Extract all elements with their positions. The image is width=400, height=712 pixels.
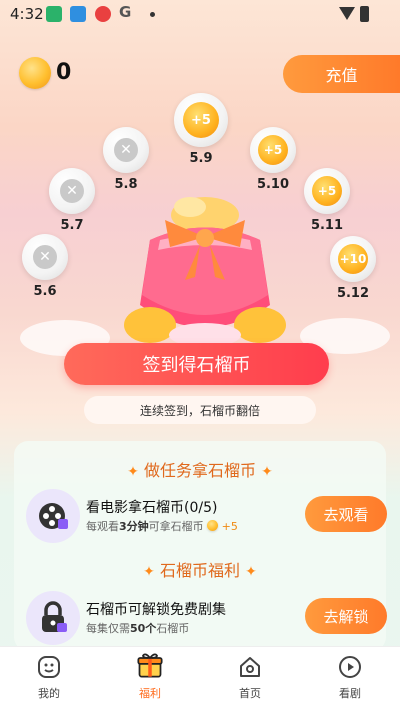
notification-app-icon: [46, 6, 62, 22]
day-label: 5.9: [189, 151, 213, 166]
day-label: 5.12: [336, 286, 370, 301]
checkin-day: ✕ 5.8: [96, 127, 156, 192]
download-icon: [70, 6, 86, 22]
home-icon: [240, 657, 260, 677]
checkin-tip: 连续签到，石榴币翻倍: [84, 396, 316, 424]
tab-label: 福利: [139, 687, 161, 700]
play-icon: [339, 656, 361, 678]
sparkle-icon: ✦: [245, 564, 257, 580]
battery-icon: [360, 6, 369, 22]
app-notification-icon: [95, 6, 111, 22]
tab-home[interactable]: 首页: [220, 655, 280, 701]
reward-coin-icon: +5: [250, 127, 296, 173]
film-reel-icon: [26, 489, 80, 543]
reward-coin-icon: +5: [304, 168, 350, 214]
day-label: 5.11: [310, 218, 344, 233]
task-reward: +5: [221, 520, 238, 533]
missed-day-icon: ✕: [103, 127, 149, 173]
more-notifications-icon: [150, 12, 155, 17]
tab-watch[interactable]: 看剧: [320, 655, 380, 701]
checkin-button[interactable]: 签到得石榴币: [64, 343, 329, 385]
day-label: 5.7: [60, 218, 84, 233]
task-description: 每观看3分钟可拿石榴币 +5: [86, 520, 238, 533]
coin-icon: [207, 520, 219, 531]
status-bar: 4:32 G: [0, 0, 400, 28]
task-item: 看电影拿石榴币(0/5) 每观看3分钟可拿石榴币 +5 去观看: [26, 489, 387, 549]
coin-balance: 0: [56, 60, 72, 85]
checkin-day: +5 5.9: [171, 93, 231, 166]
benefit-description: 每集仅需50个石榴币: [86, 622, 190, 635]
section-title-text: 做任务拿石榴币: [143, 461, 256, 480]
wifi-icon: [339, 7, 355, 20]
tasks-section-title: ✦ 做任务拿石榴币 ✦: [14, 457, 386, 481]
tab-mine[interactable]: 我的: [19, 655, 79, 701]
tab-label: 看剧: [339, 687, 361, 700]
task-title: 看电影拿石榴币(0/5): [86, 500, 218, 516]
tab-label: 我的: [38, 687, 60, 700]
sparkle-icon: ✦: [143, 564, 155, 580]
watch-button[interactable]: 去观看: [305, 496, 387, 532]
status-time: 4:32: [10, 5, 44, 23]
smiley-icon: [38, 656, 60, 678]
gift-icon: [137, 653, 163, 678]
coin-icon: [19, 57, 51, 89]
recharge-button[interactable]: 充值: [283, 55, 400, 93]
benefit-title: 石榴币可解锁免费剧集: [86, 602, 226, 618]
checkin-day: ✕ 5.7: [42, 168, 102, 233]
unlock-button[interactable]: 去解锁: [305, 598, 387, 634]
sparkle-icon: ✦: [127, 464, 139, 480]
day-label: 5.6: [33, 284, 57, 299]
checkin-day: ✕ 5.6: [15, 234, 75, 299]
reward-coin-icon: +5: [174, 93, 228, 147]
missed-day-icon: ✕: [22, 234, 68, 280]
checkin-day: +5 5.11: [297, 168, 357, 233]
benefit-item: 石榴币可解锁免费剧集 每集仅需50个石榴币 去解锁: [26, 591, 387, 651]
benefits-section-title: ✦ 石榴币福利 ✦: [14, 557, 386, 581]
missed-day-icon: ✕: [49, 168, 95, 214]
tab-welfare[interactable]: 福利: [120, 653, 180, 701]
bottom-tab-bar: 我的 福利 首页 看剧: [0, 646, 400, 712]
sparkle-icon: ✦: [261, 464, 273, 480]
section-title-text: 石榴币福利: [159, 561, 240, 580]
lock-icon: [26, 591, 80, 645]
task-panel: ✦ 做任务拿石榴币 ✦ 看电影拿石榴币(0/5) 每观看3分钟可拿石榴币 +5 …: [14, 441, 387, 651]
gift-bag-illustration: [120, 185, 290, 347]
reward-coin-icon: +10: [330, 236, 376, 282]
google-icon: G: [119, 3, 132, 21]
checkin-day: +10 5.12: [323, 236, 383, 301]
checkin-day: +5 5.10: [243, 127, 303, 192]
tab-label: 首页: [239, 687, 261, 700]
